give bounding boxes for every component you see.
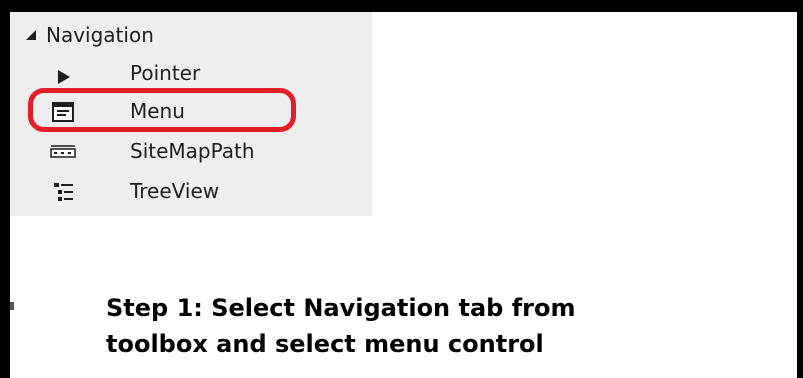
toolbox-item-label: TreeView (130, 179, 220, 203)
step-caption-line-2: toolbox and select menu control (106, 330, 544, 358)
toolbox-item-label: Pointer (130, 61, 201, 85)
menu-highlight-annotation (28, 88, 296, 132)
screenshot-frame: Navigation Pointer Menu SiteMapPath Tree… (10, 12, 797, 378)
edge-mark (10, 302, 14, 310)
navigation-group-label: Navigation (46, 23, 154, 47)
step-caption-line-1: Step 1: Select Navigation tab from (106, 294, 576, 322)
toolbox-item-label: SiteMapPath (130, 139, 255, 163)
toolbox-item-treeview[interactable]: TreeView (10, 172, 372, 212)
sitemappath-icon (50, 145, 76, 158)
expand-triangle-icon[interactable] (24, 28, 38, 42)
step-caption: Step 1: Select Navigation tab from toolb… (106, 290, 786, 362)
pointer-icon (58, 70, 70, 84)
toolbox-item-sitemappath[interactable]: SiteMapPath (10, 132, 372, 172)
navigation-group-header[interactable]: Navigation (24, 20, 154, 50)
toolbox-item-pointer[interactable]: Pointer (10, 54, 372, 88)
treeview-icon (54, 183, 73, 201)
